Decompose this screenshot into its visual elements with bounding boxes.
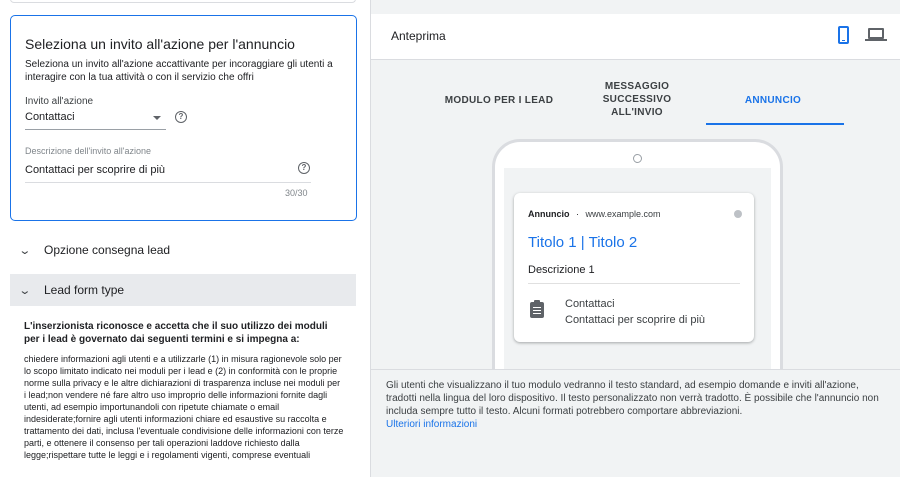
clipboard-icon bbox=[530, 300, 544, 318]
previous-card-edge bbox=[10, 0, 356, 3]
left-panel: Seleziona un invito all'azione per l'ann… bbox=[0, 0, 371, 477]
preview-header: Anteprima bbox=[371, 14, 900, 60]
terms-body: chiedere informazioni agli utenti e a ut… bbox=[24, 354, 344, 460]
character-counter: 30/30 bbox=[285, 188, 308, 198]
ad-description: Descrizione 1 bbox=[528, 264, 595, 276]
translation-notice: Gli utenti che visualizzano il tuo modul… bbox=[386, 380, 879, 417]
ad-preview-card: Annuncio · www.example.com Titolo 1 | Ti… bbox=[514, 193, 754, 342]
help-icon[interactable]: ? bbox=[298, 162, 310, 174]
cta-field-label: Invito all'azione bbox=[25, 96, 94, 107]
help-icon[interactable]: ? bbox=[175, 111, 187, 123]
cta-description-label: Descrizione dell'invito all'azione bbox=[25, 146, 151, 156]
cta-card-title: Seleziona un invito all'azione per l'ann… bbox=[25, 36, 295, 52]
ad-headline: Titolo 1 | Titolo 2 bbox=[528, 234, 638, 251]
dropdown-arrow-icon[interactable] bbox=[153, 116, 161, 120]
ad-separator: · bbox=[576, 209, 580, 219]
section-lead-delivery[interactable]: ⌄ Opzione consegna lead bbox=[10, 234, 356, 266]
cta-select-underline bbox=[25, 129, 166, 130]
learn-more-link[interactable]: Ulteriori informazioni bbox=[386, 419, 477, 430]
notice-divider bbox=[371, 369, 900, 370]
laptop-icon[interactable] bbox=[868, 28, 884, 39]
ad-meta: Annuncio · www.example.com bbox=[528, 209, 661, 219]
cta-select[interactable]: Contattaci bbox=[25, 111, 75, 123]
ad-cta: Contattaci bbox=[565, 298, 615, 310]
terms-heading: L'inserzionista riconosce e accetta che … bbox=[24, 321, 328, 345]
cta-description-underline bbox=[25, 182, 311, 183]
tab-lead-form[interactable]: MODULO PER I LEAD bbox=[443, 94, 555, 107]
cta-description-input[interactable]: Contattaci per scoprire di più bbox=[25, 164, 165, 176]
ad-badge: Annuncio bbox=[528, 209, 570, 219]
tab-ad[interactable]: ANNUNCIO bbox=[727, 94, 819, 107]
phone-camera bbox=[633, 154, 642, 163]
ad-divider bbox=[528, 283, 740, 284]
info-dot-icon bbox=[734, 210, 742, 218]
cta-selection-card: Seleziona un invito all'azione per l'ann… bbox=[10, 15, 357, 221]
preview-title: Anteprima bbox=[391, 29, 446, 43]
active-tab-indicator bbox=[706, 123, 844, 125]
phone-icon[interactable] bbox=[838, 26, 849, 44]
chevron-down-icon: ⌄ bbox=[18, 244, 32, 257]
chevron-down-icon: ⌄ bbox=[18, 284, 32, 297]
cta-card-description: Seleziona un invito all'azione accattiva… bbox=[25, 59, 333, 83]
section-lead-form-type[interactable]: ⌄ Lead form type bbox=[10, 274, 356, 306]
section-lead-form-type-label: Lead form type bbox=[44, 283, 125, 297]
preview-tabs: MODULO PER I LEAD MESSAGGIO SUCCESSIVO A… bbox=[371, 61, 900, 126]
laptop-base bbox=[865, 39, 887, 41]
preview-panel: Anteprima MODULO PER I LEAD MESSAGGIO SU… bbox=[371, 0, 900, 477]
section-lead-delivery-label: Opzione consegna lead bbox=[44, 243, 171, 257]
ad-cta-description: Contattaci per scoprire di più bbox=[565, 314, 706, 326]
tab-post-submit-message[interactable]: MESSAGGIO SUCCESSIVO ALL'INVIO bbox=[593, 80, 681, 119]
ad-domain: www.example.com bbox=[585, 209, 661, 219]
